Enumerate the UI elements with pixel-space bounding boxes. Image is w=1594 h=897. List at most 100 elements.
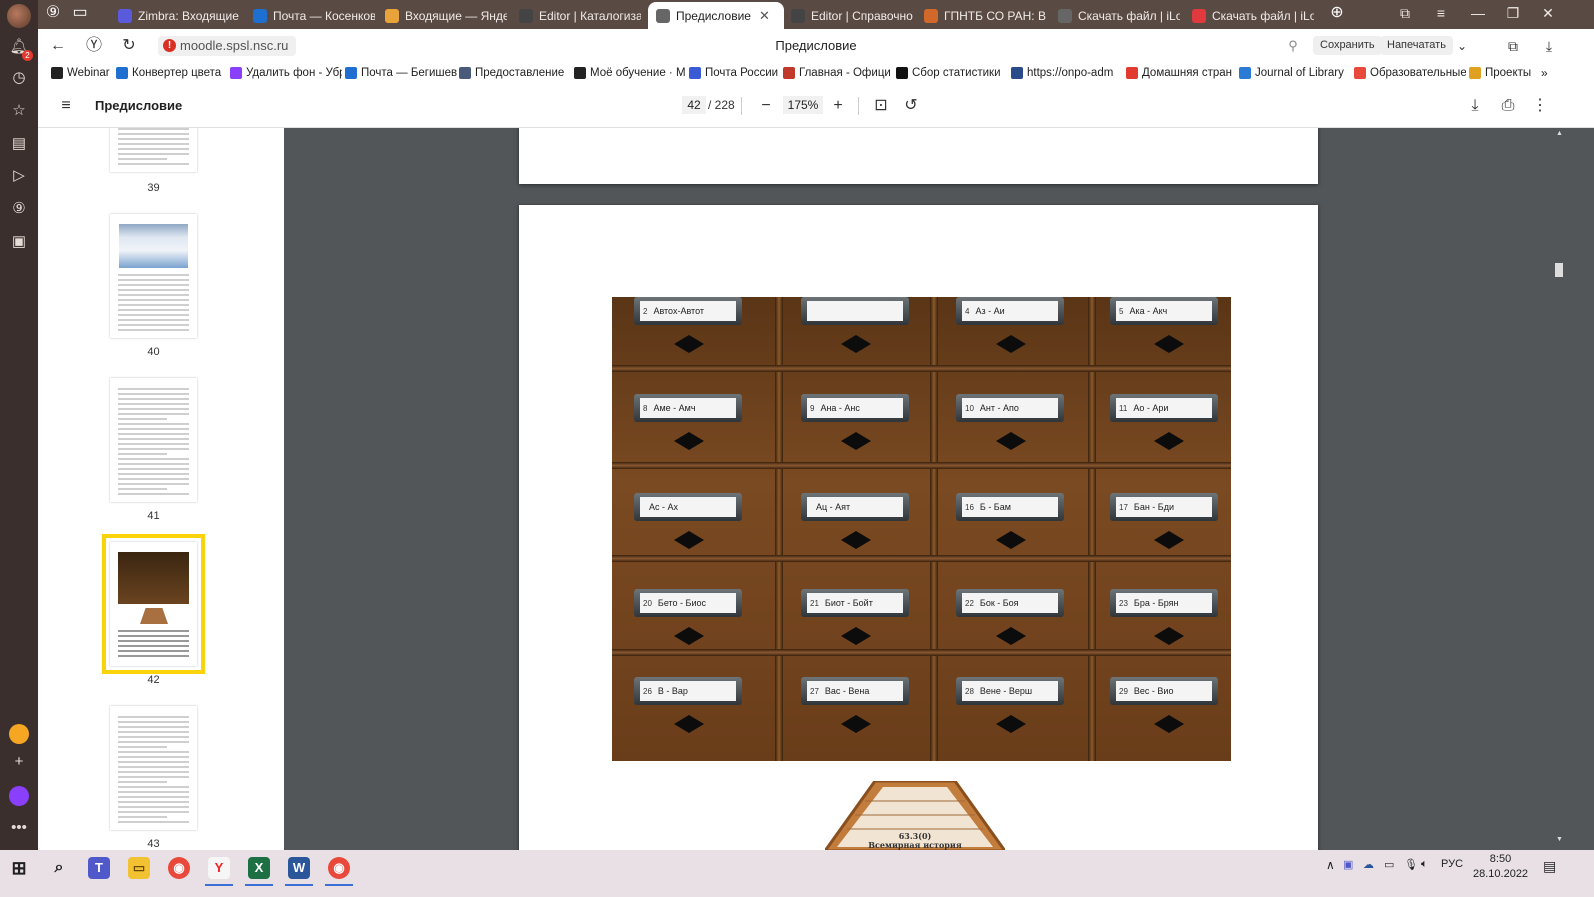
word-icon[interactable]: W xyxy=(288,857,310,879)
document-area[interactable]: 2 Автох-Автот 4 Аз - Аи 5 Ака - Акч 8 Аме - Амч… xyxy=(284,128,1580,850)
bookmark-11[interactable]: Journal of Library xyxy=(1239,64,1351,82)
tray-expand-icon[interactable]: ∧ xyxy=(1326,858,1335,872)
scroll-up-icon[interactable]: ▲ xyxy=(1556,130,1563,137)
tab-close-icon[interactable]: ✕ xyxy=(759,8,770,24)
scroll-thumb[interactable] xyxy=(1555,263,1563,277)
bookmark-5[interactable]: Моё обучение · М xyxy=(574,64,686,82)
tab-counter-icon[interactable]: ⑨ xyxy=(43,3,63,23)
download-pdf-icon[interactable]: ⤓ xyxy=(1465,96,1485,116)
history-icon[interactable]: ◷ xyxy=(9,68,29,88)
more-options-icon[interactable]: ⋮ xyxy=(1530,96,1550,116)
bookmark-3[interactable]: Почта — Бегишев xyxy=(345,64,457,82)
microphone-icon[interactable]: 🎙︎ xyxy=(1404,858,1418,871)
reload-icon[interactable]: ↻ xyxy=(119,36,139,56)
zoom-input[interactable] xyxy=(783,96,823,114)
card-box-image: 63.3(0) Всемирная история xyxy=(825,781,1005,850)
tab-1[interactable]: Почта — Косенкова xyxy=(245,2,375,29)
add-icon[interactable]: + xyxy=(9,752,29,772)
profile-avatar[interactable] xyxy=(7,4,31,28)
thumbnail-43[interactable] xyxy=(110,706,197,830)
divider xyxy=(858,97,859,115)
tab-5[interactable]: Editor | Справочно xyxy=(783,2,913,29)
text-line xyxy=(118,329,189,331)
thumbnail-41[interactable] xyxy=(110,378,197,502)
language-indicator[interactable]: РУС xyxy=(1441,858,1463,870)
zoom-out-icon[interactable]: − xyxy=(756,96,776,116)
excel-icon[interactable]: X xyxy=(248,857,270,879)
onedrive-tray-icon[interactable]: ☁ xyxy=(1363,858,1374,871)
market-icon[interactable] xyxy=(9,724,29,744)
url-field[interactable]: ! moodle.spsl.nsc.ru xyxy=(158,36,297,56)
drawer-number: 26 xyxy=(643,686,652,696)
bookmark-2[interactable]: Удалить фон - Убр xyxy=(230,64,342,82)
back-icon[interactable]: ← xyxy=(48,36,68,56)
page-41 xyxy=(519,128,1318,184)
clock[interactable]: 8:50 28.10.2022 xyxy=(1473,853,1528,880)
tab-8[interactable]: Скачать файл | iLove xyxy=(1184,2,1314,29)
thumbnail-40[interactable] xyxy=(110,214,197,338)
more-bookmarks-icon[interactable]: » xyxy=(1541,64,1548,82)
key-icon[interactable]: ⚲ xyxy=(1283,36,1303,56)
scroll-down-icon[interactable]: ▼ xyxy=(1556,836,1563,843)
volume-icon[interactable]: 🔈︎ xyxy=(1421,858,1428,871)
bookmark-12[interactable]: Образовательные xyxy=(1354,64,1466,82)
collections-icon[interactable]: ▤ xyxy=(9,134,29,154)
fit-page-icon[interactable]: ⊡ xyxy=(871,96,891,116)
hamburger-menu-icon[interactable]: ≡ xyxy=(56,96,76,116)
zoom-in-icon[interactable]: + xyxy=(828,96,848,116)
notifications-icon[interactable]: ▤ xyxy=(1543,858,1556,875)
tab-7[interactable]: Скачать файл | iLove xyxy=(1050,2,1180,29)
screenshot-icon[interactable]: ▣ xyxy=(9,232,29,252)
drawer-label: Ас - Ах xyxy=(634,493,742,521)
restore-icon[interactable]: ❐ xyxy=(1503,5,1523,22)
text-line xyxy=(118,158,167,160)
tab-2[interactable]: Входящие — Яндекс xyxy=(377,2,507,29)
bookmark-7[interactable]: Главная - Офици xyxy=(783,64,895,82)
yandex-icon[interactable]: Ⓨ xyxy=(84,36,104,56)
tab-4[interactable]: Предисловие ✕ xyxy=(648,2,784,29)
chevron-down-icon[interactable]: ⌄ xyxy=(1452,36,1472,56)
alice-icon[interactable] xyxy=(9,786,29,806)
tab-3[interactable]: Editor | Каталогиза xyxy=(511,2,641,29)
bookmark-13[interactable]: Проекты xyxy=(1469,64,1537,82)
star-icon[interactable]: ☆ xyxy=(9,101,29,121)
page-number-input[interactable] xyxy=(682,96,706,114)
thumbnail-42[interactable] xyxy=(102,534,205,674)
close-window-icon[interactable]: ✕ xyxy=(1538,5,1558,22)
tab-6[interactable]: ГПНТБ СО РАН: Все xyxy=(916,2,1046,29)
bookmark-10[interactable]: Домашняя стран xyxy=(1126,64,1238,82)
share-icon[interactable]: ⧉ xyxy=(1503,36,1523,56)
windows-start-icon[interactable]: ⊞ xyxy=(8,857,30,879)
teams-icon[interactable]: T xyxy=(88,857,110,879)
download-icon[interactable]: ⤓ xyxy=(1539,36,1559,56)
thumbnail-39[interactable] xyxy=(110,128,197,172)
text-line xyxy=(118,423,189,425)
print-button[interactable]: Напечатать xyxy=(1380,36,1453,55)
minimize-icon[interactable]: — xyxy=(1468,5,1488,21)
bookmark-1[interactable]: Конвертер цвета xyxy=(116,64,228,82)
teams-tray-icon[interactable]: ▣ xyxy=(1343,858,1353,871)
network-icon[interactable]: ▭ xyxy=(1384,858,1394,871)
menu-icon[interactable]: ≡ xyxy=(1431,5,1451,21)
drawer-handle xyxy=(1154,715,1184,733)
tabs-list-icon[interactable]: ⧉ xyxy=(1395,5,1415,22)
tab-0[interactable]: Zimbra: Входящие ( xyxy=(110,2,240,29)
search-icon[interactable]: ⌕ xyxy=(48,857,70,879)
file-explorer-icon[interactable]: ▭ xyxy=(128,857,150,879)
chrome-icon[interactable]: ◉ xyxy=(168,857,190,879)
bookmark-4[interactable]: Предоставление xyxy=(459,64,571,82)
rotate-icon[interactable]: ↺ xyxy=(901,96,921,116)
print-icon[interactable]: ⎙ xyxy=(1498,96,1518,116)
yandex-browser-icon[interactable]: Y xyxy=(208,857,230,879)
nine-icon[interactable]: ⑨ xyxy=(9,199,29,219)
play-icon[interactable]: ▷ xyxy=(9,166,29,186)
new-tab-icon[interactable]: ⊕ xyxy=(1327,3,1347,23)
chrome-alt-icon[interactable]: ◉ xyxy=(328,857,350,879)
insecure-warning-icon[interactable]: ! xyxy=(163,39,176,52)
bookmark-9[interactable]: https://onpo-adm xyxy=(1011,64,1123,82)
bookmark-8[interactable]: Сбор статистики xyxy=(896,64,1008,82)
save-button[interactable]: Сохранить xyxy=(1313,36,1382,55)
main-scrollbar[interactable]: ▲ ▼ xyxy=(1554,128,1594,850)
more-icon[interactable]: ••• xyxy=(9,818,29,838)
new-tab-group-icon[interactable]: ▭ xyxy=(70,3,90,23)
